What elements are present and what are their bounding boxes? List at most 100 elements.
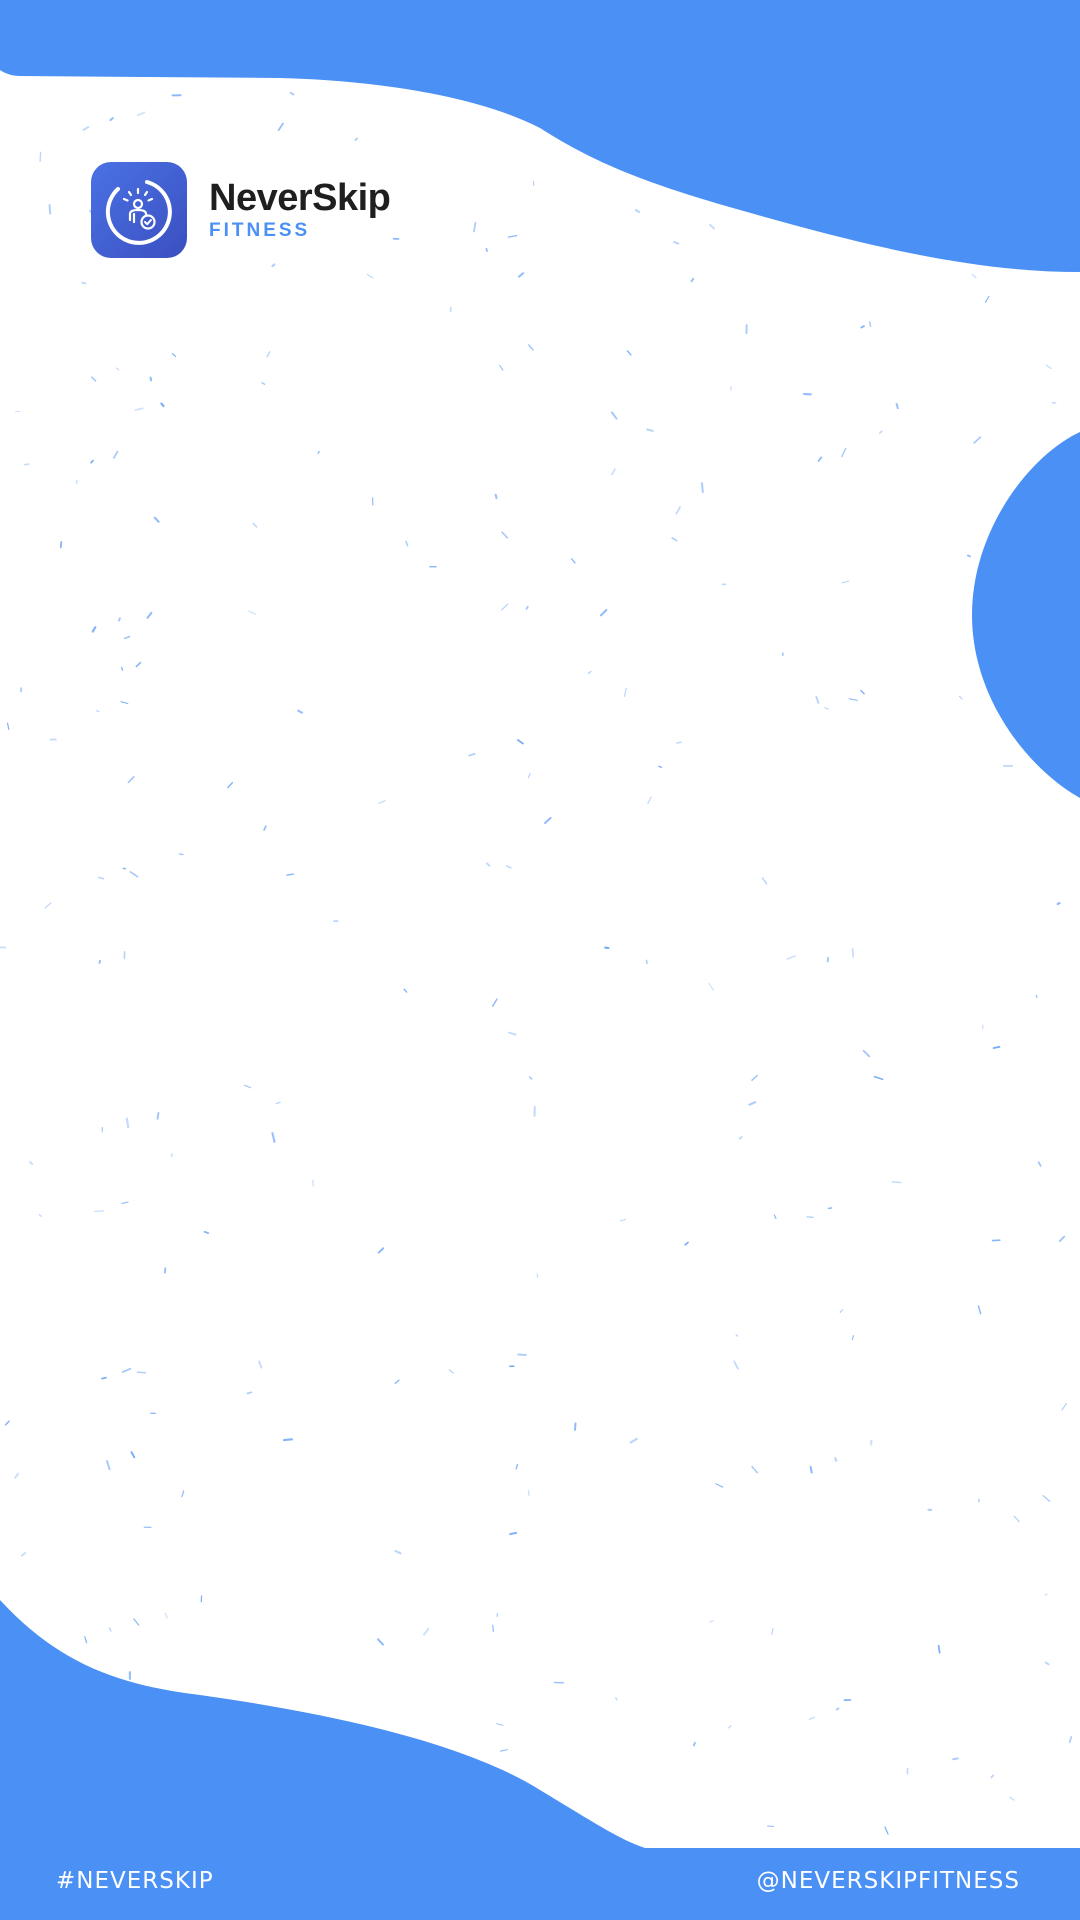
speckle: [647, 796, 652, 805]
speckle: [527, 772, 531, 779]
speckle: [673, 241, 680, 245]
speckle: [501, 531, 509, 539]
speckle: [645, 959, 648, 964]
speckle: [952, 1757, 959, 1761]
right-circle-shape: [972, 432, 1080, 798]
speckle: [109, 117, 114, 122]
speckle: [860, 325, 865, 329]
speckle: [181, 1490, 185, 1498]
speckle: [1035, 994, 1038, 999]
speckle: [817, 456, 823, 462]
speckle: [971, 273, 977, 279]
speckle: [646, 428, 654, 432]
speckle: [149, 376, 153, 382]
speckle: [715, 1483, 724, 1488]
speckle: [1044, 1661, 1050, 1666]
speckle: [354, 137, 358, 141]
brand-logo: NeverSkip FITNESS: [91, 162, 391, 258]
speckle: [528, 1076, 533, 1080]
speckle: [133, 1618, 140, 1626]
speckle: [873, 1075, 884, 1081]
speckle: [786, 955, 797, 960]
speckle: [879, 430, 883, 434]
speckle: [815, 695, 820, 704]
speckle: [826, 956, 830, 963]
speckle: [862, 1049, 871, 1058]
speckle: [990, 1774, 995, 1779]
speckle: [282, 1438, 294, 1442]
speckle-texture: [0, 91, 1080, 1835]
speckle: [773, 1214, 777, 1220]
speckle: [771, 1627, 774, 1635]
speckle: [676, 741, 682, 744]
speckle: [98, 876, 105, 880]
footer-handle: @NEVERSKIPFITNESS: [756, 1868, 1020, 1894]
speckle: [525, 605, 529, 610]
speckle: [516, 739, 524, 745]
fitness-person-check-icon: [91, 162, 187, 258]
speckle: [275, 1101, 281, 1105]
speckle: [178, 853, 184, 856]
speckle: [261, 382, 266, 385]
speckle: [123, 635, 131, 640]
speckle: [958, 695, 963, 700]
speckle: [587, 670, 592, 675]
speckle: [121, 1201, 129, 1205]
speckle: [1013, 1515, 1020, 1523]
brand-name: NeverSkip: [209, 177, 391, 219]
speckle: [422, 1627, 430, 1636]
speckle: [134, 407, 144, 411]
speckle: [403, 988, 408, 993]
speckle: [246, 1391, 253, 1395]
speckle: [227, 782, 234, 789]
speckle: [992, 1045, 1001, 1049]
speckle: [610, 411, 618, 420]
speckle: [271, 1132, 276, 1143]
speckle: [263, 825, 267, 831]
speckle: [1068, 1735, 1073, 1744]
speckle: [824, 707, 829, 710]
speckle: [82, 125, 90, 131]
speckle: [394, 1550, 402, 1555]
speckle: [121, 666, 124, 671]
speckle: [1044, 1593, 1048, 1596]
speckle: [675, 506, 681, 515]
speckle: [203, 1230, 210, 1235]
speckle: [884, 1826, 889, 1835]
speckle: [835, 1707, 840, 1711]
speckle: [860, 689, 865, 695]
speckle: [378, 800, 386, 804]
brand-subtitle: FITNESS: [209, 220, 311, 241]
speckle: [286, 873, 295, 876]
speckle: [91, 626, 97, 633]
speckle: [101, 1376, 107, 1380]
speckle: [317, 450, 320, 454]
speckle: [160, 402, 165, 408]
speckle: [4, 1420, 10, 1426]
speckle: [808, 1716, 815, 1721]
speckle: [117, 617, 121, 622]
speckle: [528, 344, 534, 351]
speckle: [289, 91, 295, 96]
speckle: [751, 1074, 758, 1082]
speckle: [135, 661, 142, 668]
speckle: [252, 522, 258, 528]
speckle: [809, 1466, 813, 1474]
speckle: [1061, 1402, 1068, 1411]
speckle: [891, 1181, 902, 1184]
speckle: [164, 1612, 168, 1619]
speckle: [297, 709, 303, 714]
speckle: [485, 862, 491, 867]
speckle: [623, 687, 627, 697]
speckle: [377, 1638, 384, 1646]
speckle: [937, 1644, 941, 1654]
speckle: [848, 698, 859, 701]
speckle: [571, 558, 576, 564]
speckle: [485, 247, 488, 252]
speckle: [1009, 1796, 1015, 1801]
speckle: [171, 353, 177, 358]
speckle: [244, 1084, 252, 1089]
speckle: [120, 701, 129, 705]
speckle: [500, 603, 509, 611]
speckle: [113, 450, 119, 459]
